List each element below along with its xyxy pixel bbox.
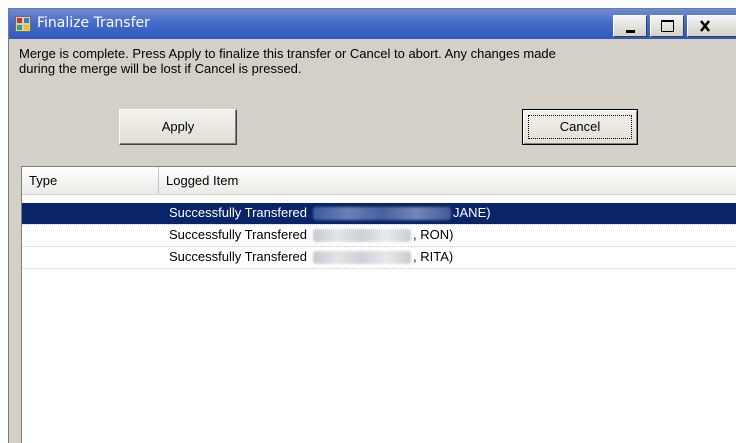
row-item-suffix: , RITA) xyxy=(413,249,454,264)
column-header-type[interactable]: Type xyxy=(22,167,159,194)
window-title: Finalize Transfer xyxy=(37,15,150,31)
list-row[interactable]: Successfully Transfered JANE) xyxy=(22,203,736,225)
row-type-cell xyxy=(22,203,159,224)
row-logged-item-cell: Successfully Transfered JANE) xyxy=(159,203,736,224)
list-row[interactable]: Successfully Transfered , RON) xyxy=(22,225,736,247)
cancel-button[interactable]: Cancel xyxy=(522,109,638,145)
title-bar[interactable]: Finalize Transfer xyxy=(9,9,736,39)
column-header-logged-item[interactable]: Logged Item xyxy=(159,167,736,194)
finalize-transfer-window: Finalize Transfer Merge is complete. Pre… xyxy=(8,8,736,443)
row-item-prefix: Successfully Transfered xyxy=(169,249,308,264)
row-logged-item-cell: Successfully Transfered , RON) xyxy=(159,225,736,246)
log-list-view[interactable]: Type Logged Item Successfully Transfered… xyxy=(21,166,736,443)
close-icon xyxy=(700,20,710,32)
minimize-icon xyxy=(626,30,635,33)
minimize-button[interactable] xyxy=(613,15,647,37)
close-button[interactable] xyxy=(687,15,736,37)
app-icon[interactable] xyxy=(15,16,31,32)
list-header: Type Logged Item xyxy=(22,167,736,195)
redacted-name xyxy=(313,207,452,221)
redacted-name xyxy=(313,229,412,243)
instruction-line-1: Merge is complete. Press Apply to finali… xyxy=(19,46,556,61)
maximize-icon xyxy=(661,20,674,32)
list-row[interactable]: Successfully Transfered , RITA) xyxy=(22,247,736,269)
redacted-name xyxy=(313,251,412,265)
instruction-line-2: during the merge will be lost if Cancel … xyxy=(19,61,302,76)
row-logged-item-cell: Successfully Transfered , RITA) xyxy=(159,247,736,268)
row-type-cell xyxy=(22,225,159,246)
cancel-button-label: Cancel xyxy=(528,115,632,139)
row-item-prefix: Successfully Transfered xyxy=(169,227,308,242)
row-type-cell xyxy=(22,247,159,268)
maximize-button[interactable] xyxy=(650,15,684,37)
row-item-prefix: Successfully Transfered xyxy=(169,205,308,220)
row-item-suffix: JANE) xyxy=(453,205,491,220)
row-item-suffix: , RON) xyxy=(413,227,454,242)
apply-button[interactable]: Apply xyxy=(119,109,237,145)
instruction-text: Merge is complete. Press Apply to finali… xyxy=(19,46,729,76)
